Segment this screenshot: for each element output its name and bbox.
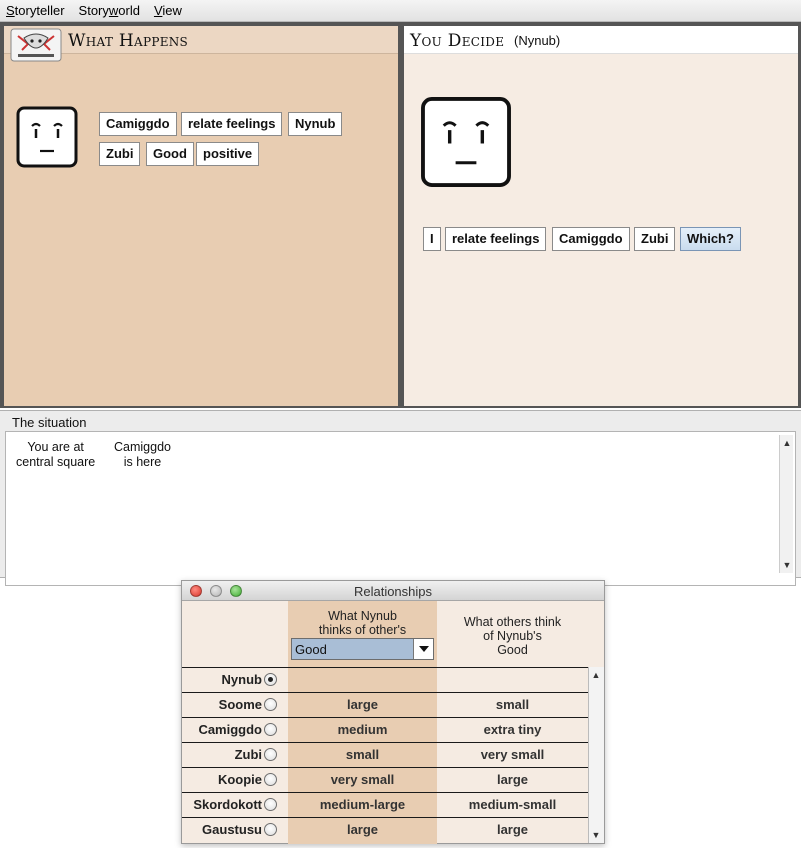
what-happens-title: What Happens (68, 31, 189, 51)
word-button[interactable]: positive (196, 142, 260, 166)
thinks-value: large (346, 822, 379, 837)
menu-view[interactable]: View (154, 3, 182, 18)
thinks-value: very small (330, 772, 395, 787)
character-radio[interactable] (264, 773, 277, 786)
table-row: Soome large small (182, 692, 588, 717)
character-radio[interactable] (264, 823, 277, 836)
word-button[interactable]: Nynub (288, 112, 343, 136)
relationships-scrollbar[interactable]: ▲ ▼ (588, 667, 604, 843)
storyworld-logo-icon (10, 28, 62, 62)
you-decide-pane: You Decide (Nynub) I relate feelings Cam… (404, 26, 798, 406)
word-button[interactable]: Camiggdo (552, 227, 630, 251)
you-decide-title: You Decide (410, 31, 505, 51)
character-radio[interactable] (264, 748, 277, 761)
you-decide-header: You Decide (Nynub) (404, 26, 798, 54)
others-value: large (496, 772, 529, 787)
thinks-value: small (345, 747, 380, 762)
character-name: Koopie (217, 772, 262, 787)
trait-select-value: Good (295, 642, 327, 657)
word-button[interactable]: Camiggdo (99, 112, 177, 136)
others-column-header: What others think of Nynub's Good (463, 615, 562, 657)
thinks-value: large (346, 697, 379, 712)
thinks-value: medium (337, 722, 388, 737)
table-row: Koopie very small large (182, 767, 588, 792)
menu-storyworld[interactable]: Storyworld (79, 3, 140, 18)
relationships-title: Relationships (353, 584, 433, 599)
scroll-down-icon[interactable]: ▼ (590, 829, 602, 841)
neutral-face-icon (16, 106, 78, 168)
word-button[interactable]: Zubi (99, 142, 141, 166)
character-name: Nynub (221, 672, 262, 687)
thinks-value: medium-large (319, 797, 406, 812)
chevron-down-icon[interactable] (413, 639, 433, 659)
situation-title: The situation (10, 415, 89, 430)
situation-panel: You are at central square Camiggdo is he… (0, 410, 801, 586)
character-name: Soome (218, 697, 262, 712)
scroll-down-icon[interactable]: ▼ (781, 559, 793, 571)
character-radio[interactable] (264, 723, 277, 736)
others-value: extra tiny (483, 722, 542, 737)
table-row: Skordokott medium-large medium-small (182, 792, 588, 817)
relationships-window: Relationships What Nynub thinks of other… (181, 580, 605, 844)
character-name: Camiggdo (198, 722, 262, 737)
word-button[interactable]: relate feelings (181, 112, 283, 136)
character-name: Skordokott (193, 797, 262, 812)
neutral-face-icon (421, 97, 511, 187)
table-row: Gaustusu large large (182, 817, 588, 842)
others-value: small (495, 697, 530, 712)
character-radio[interactable] (264, 698, 277, 711)
menu-bar: Storyteller Storyworld View (0, 0, 801, 22)
what-happens-header: What Happens (4, 26, 398, 62)
character-radio[interactable] (264, 798, 277, 811)
scroll-up-icon[interactable]: ▲ (590, 669, 602, 681)
character-name: Zubi (234, 747, 262, 762)
menu-storyteller[interactable]: Storyteller (6, 3, 65, 18)
table-row: Camiggdo medium extra tiny (182, 717, 588, 742)
others-value: very small (480, 747, 545, 762)
thinks-column-header: What Nynub thinks of other's (318, 609, 407, 637)
table-row: Zubi small very small (182, 742, 588, 767)
relationships-titlebar: Relationships (182, 581, 604, 601)
which-button[interactable]: Which? (680, 227, 741, 251)
actor-name: (Nynub) (514, 33, 561, 48)
character-radio[interactable] (264, 673, 277, 686)
others-value: large (496, 822, 529, 837)
what-happens-pane: What Happens Camiggdo relate feelings Ny… (4, 26, 398, 406)
trait-select[interactable]: Good (291, 638, 434, 660)
table-row: Nynub (182, 667, 588, 692)
word-button[interactable]: Zubi (634, 227, 676, 251)
word-button[interactable]: I (423, 227, 441, 251)
others-value: medium-small (468, 797, 557, 812)
main-frame: What Happens Camiggdo relate feelings Ny… (0, 22, 801, 408)
situation-scrollbar[interactable]: ▲ ▼ (779, 435, 793, 573)
character-name: Gaustusu (202, 822, 262, 837)
word-button[interactable]: relate feelings (445, 227, 547, 251)
relationships-table: Nynub Soome large small Camiggdo medium … (182, 667, 588, 842)
word-button[interactable]: Good (146, 142, 194, 166)
location-text: You are at central square (16, 440, 96, 469)
present-text: Camiggdo is here (114, 440, 171, 469)
situation-box: You are at central square Camiggdo is he… (5, 431, 796, 586)
scroll-up-icon[interactable]: ▲ (781, 437, 793, 449)
